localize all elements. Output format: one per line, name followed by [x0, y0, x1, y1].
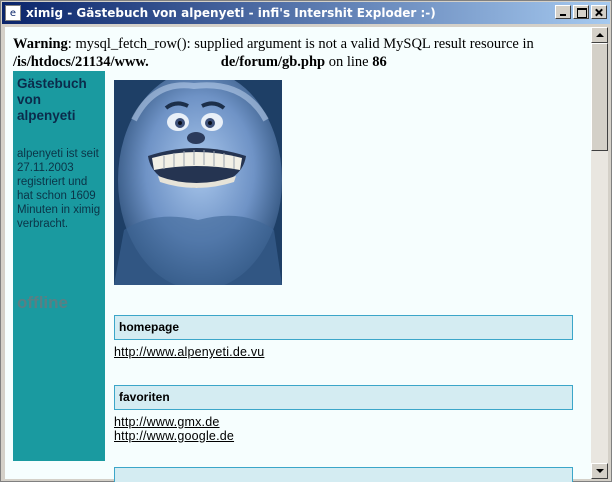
yeti-picture	[114, 80, 282, 285]
scroll-down-button[interactable]	[591, 463, 608, 479]
warning-on-line: on line	[328, 54, 369, 70]
guestbook-title: Gästebuch von alpenyeti	[17, 76, 87, 123]
maximize-button[interactable]	[573, 5, 589, 19]
warning-path-part1: /is/htdocs/21134/www.	[13, 54, 149, 70]
favorite-link-1[interactable]: http://www.gmx.de	[114, 415, 220, 429]
window-title: ximig - Gästebuch von alpenyeti - infi's…	[26, 6, 436, 20]
warning-line-number: 86	[372, 54, 387, 70]
browser-icon: e	[5, 5, 21, 21]
warning-label: Warning	[13, 36, 68, 52]
warning-path-part2: de/forum/gb.php	[220, 54, 326, 70]
user-info: alpenyeti ist seit 27.11.2003 registrier…	[17, 148, 101, 230]
vertical-scrollbar[interactable]	[591, 27, 608, 479]
browser-window: e ximig - Gästebuch von alpenyeti - infi…	[0, 0, 612, 482]
window-controls	[553, 5, 607, 19]
section-heading-homepage: homepage	[114, 315, 573, 340]
favorite-link-2[interactable]: http://www.google.de	[114, 429, 234, 443]
next-section-box	[114, 467, 573, 482]
profile-sidebar: Gästebuch von alpenyeti alpenyeti ist se…	[13, 71, 105, 461]
section-heading-favoriten: favoriten	[114, 385, 573, 410]
avatar	[114, 80, 282, 285]
scroll-up-button[interactable]	[591, 27, 608, 43]
homepage-link[interactable]: http://www.alpenyeti.de.vu	[114, 345, 264, 359]
close-button[interactable]	[591, 5, 607, 19]
minimize-button[interactable]	[555, 5, 571, 19]
scroll-thumb[interactable]	[591, 43, 608, 151]
title-bar[interactable]: e ximig - Gästebuch von alpenyeti - infi…	[2, 2, 610, 24]
online-status: offline	[17, 293, 68, 312]
php-warning: Warning: mysql_fetch_row(): supplied arg…	[13, 35, 573, 71]
warning-message: : mysql_fetch_row(): supplied argument i…	[67, 36, 534, 52]
